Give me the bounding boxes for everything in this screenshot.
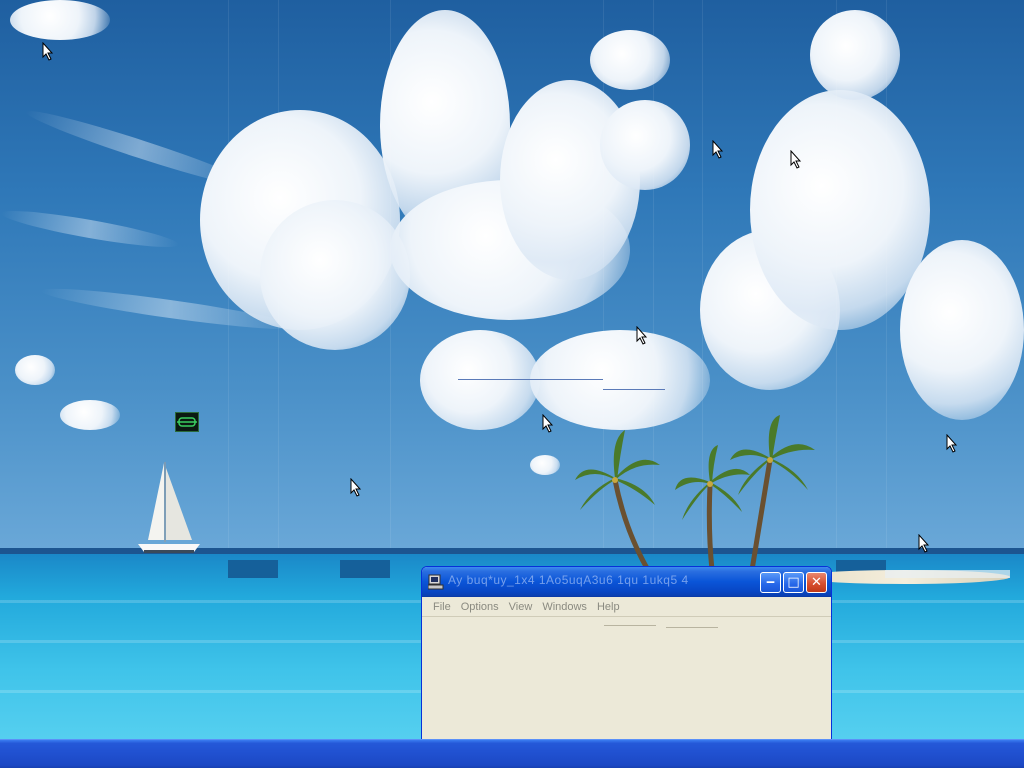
- window-menubar: File Options View Windows Help: [422, 597, 831, 617]
- cloud: [10, 0, 110, 40]
- mouse-cursor-icon: [712, 140, 724, 159]
- render-artifact: [886, 0, 887, 560]
- mouse-cursor-icon: [542, 414, 554, 433]
- device-glyph-icon: [177, 417, 197, 427]
- sea-foam: [885, 570, 1010, 578]
- cloud: [420, 330, 540, 430]
- window-titlebar[interactable]: Ay buq*uy_1x4 1Ao5uqA3u6 1qu 1ukq5 4 ‒ □…: [422, 567, 831, 597]
- mouse-cursor-icon: [42, 42, 54, 61]
- taskbar[interactable]: [0, 739, 1024, 768]
- menu-file[interactable]: File: [428, 601, 456, 613]
- application-window[interactable]: Ay buq*uy_1x4 1Ao5uqA3u6 1qu 1ukq5 4 ‒ □…: [421, 566, 832, 742]
- window-client-area[interactable]: [422, 618, 831, 741]
- minimize-icon: ‒: [765, 575, 776, 590]
- cloud: [900, 240, 1024, 420]
- render-artifact: [836, 0, 837, 560]
- green-device-icon[interactable]: [175, 412, 199, 432]
- mouse-cursor-icon: [918, 534, 930, 553]
- render-artifact: [228, 560, 278, 578]
- render-artifact: [228, 0, 229, 560]
- menu-options[interactable]: Options: [456, 601, 504, 613]
- render-artifact: [278, 0, 279, 560]
- render-artifact: [604, 625, 656, 626]
- close-icon: ✕: [811, 575, 822, 590]
- render-artifact: [666, 627, 718, 628]
- sailboat-image: [138, 462, 200, 553]
- mouse-cursor-icon: [946, 434, 958, 453]
- render-artifact: [390, 0, 391, 560]
- render-artifact: [458, 379, 603, 380]
- render-artifact: [603, 389, 665, 390]
- mouse-cursor-icon: [636, 326, 648, 345]
- cloud: [260, 200, 410, 350]
- cloud: [600, 100, 690, 190]
- mouse-cursor-icon: [790, 150, 802, 169]
- menu-windows[interactable]: Windows: [537, 601, 592, 613]
- menu-help[interactable]: Help: [592, 601, 625, 613]
- render-artifact: [340, 560, 390, 578]
- cloud: [60, 400, 120, 430]
- cloud: [530, 455, 560, 475]
- computer-icon: [428, 574, 444, 590]
- close-button[interactable]: ✕: [806, 572, 827, 593]
- minimize-button[interactable]: ‒: [760, 572, 781, 593]
- palm-trees-image: [575, 415, 815, 572]
- cloud: [15, 355, 55, 385]
- cloud: [590, 30, 670, 90]
- maximize-icon: □: [787, 575, 800, 590]
- maximize-button[interactable]: □: [783, 572, 804, 593]
- mouse-cursor-icon: [350, 478, 362, 497]
- cloud: [750, 90, 930, 330]
- menu-view[interactable]: View: [504, 601, 538, 613]
- window-title: Ay buq*uy_1x4 1Ao5uqA3u6 1qu 1ukq5 4: [448, 573, 689, 587]
